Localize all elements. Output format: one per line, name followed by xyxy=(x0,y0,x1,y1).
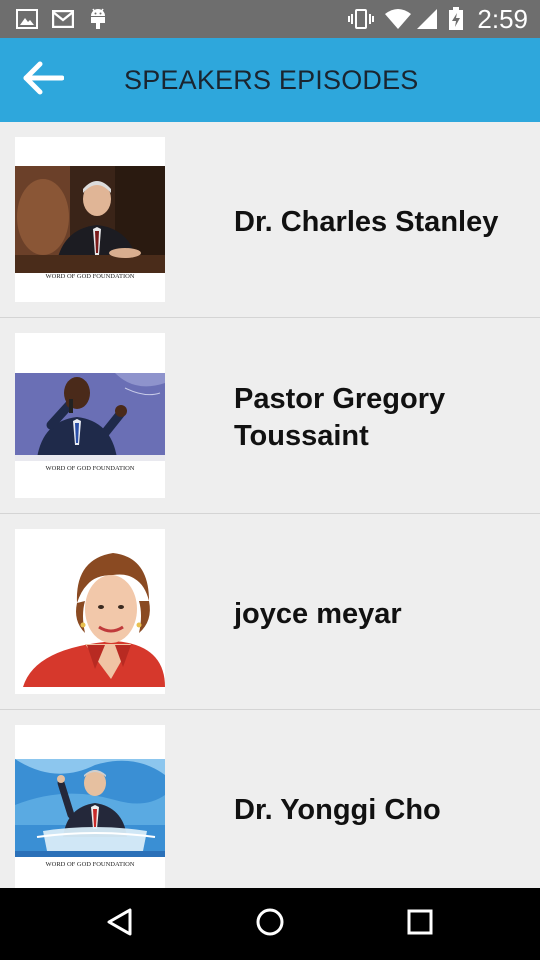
status-bar: 2:59 xyxy=(0,0,540,38)
nav-back-icon xyxy=(105,907,135,942)
app-bar: SPEAKERS EPISODES xyxy=(0,38,540,122)
charles-stanley-photo: WORD OF GOD FOUNDATION xyxy=(15,137,165,302)
list-item[interactable]: WORD OF GOD FOUNDATION Pastor Gregory To… xyxy=(0,318,540,514)
speaker-name: Pastor Gregory Toussaint xyxy=(234,383,446,452)
thumb-caption: WORD OF GOD FOUNDATION xyxy=(45,861,134,868)
navigation-bar xyxy=(0,888,540,960)
page-title: SPEAKERS EPISODES xyxy=(124,65,419,95)
battery-icon xyxy=(448,7,464,30)
gregory-toussaint-photo: WORD OF GOD FOUNDATION xyxy=(15,333,165,498)
speaker-thumbnail: WORD OF GOD FOUNDATION xyxy=(15,725,165,888)
gallery-icon xyxy=(16,8,38,30)
speaker-name: Dr. Yonggi Cho xyxy=(234,793,441,826)
speaker-thumbnail xyxy=(15,529,165,694)
nav-back-button[interactable] xyxy=(102,906,138,942)
vibrate-icon xyxy=(348,8,374,30)
nav-recents-button[interactable] xyxy=(402,906,438,942)
nav-recents-icon xyxy=(406,908,434,941)
speaker-thumbnail: WORD OF GOD FOUNDATION xyxy=(15,137,165,302)
thumb-caption: WORD OF GOD FOUNDATION xyxy=(45,465,134,472)
list-item[interactable]: joyce meyar xyxy=(0,514,540,710)
back-button[interactable] xyxy=(16,58,68,102)
speaker-thumbnail: WORD OF GOD FOUNDATION xyxy=(15,333,165,498)
back-arrow-icon xyxy=(20,60,65,101)
nav-home-icon xyxy=(255,907,285,942)
joyce-meyer-photo xyxy=(15,529,165,694)
nav-home-button[interactable] xyxy=(252,906,288,942)
yonggi-cho-photo: WORD OF GOD FOUNDATION xyxy=(15,725,165,888)
status-time: 2:59 xyxy=(477,4,528,34)
thumb-caption: WORD OF GOD FOUNDATION xyxy=(45,273,134,280)
wifi-icon xyxy=(384,8,412,30)
signal-icon xyxy=(416,8,438,30)
speaker-name: Dr. Charles Stanley xyxy=(234,205,499,238)
list-item[interactable]: WORD OF GOD FOUNDATION Dr. Yonggi Cho xyxy=(0,710,540,888)
speaker-list[interactable]: WORD OF GOD FOUNDATION Dr. Charles Stanl… xyxy=(0,122,540,888)
android-icon xyxy=(88,8,108,30)
list-item[interactable]: WORD OF GOD FOUNDATION Dr. Charles Stanl… xyxy=(0,122,540,318)
speaker-name: joyce meyar xyxy=(234,597,402,630)
gmail-icon xyxy=(52,8,74,30)
